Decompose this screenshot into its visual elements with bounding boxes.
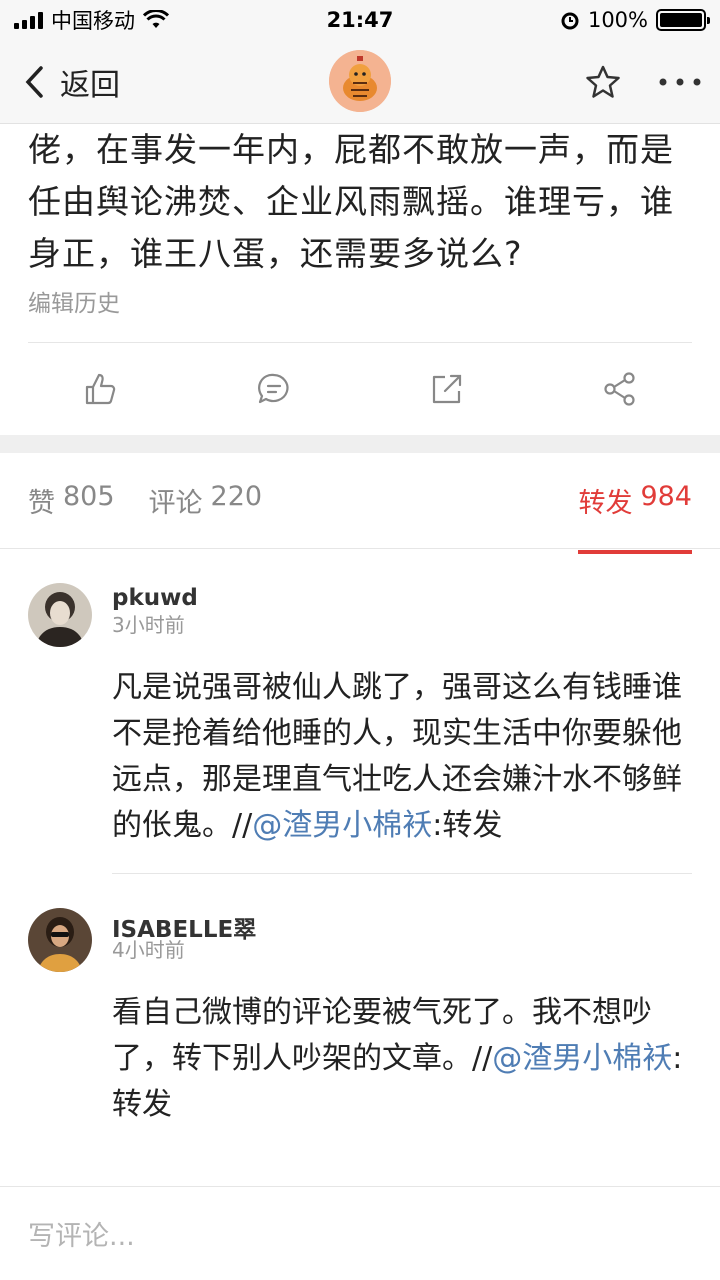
repost-button[interactable] [417, 359, 477, 419]
share-button[interactable] [590, 359, 650, 419]
back-chevron-icon [25, 65, 43, 98]
tab-comments-count: 220 [210, 481, 263, 512]
author-avatar[interactable] [329, 50, 391, 112]
like-button[interactable] [71, 359, 131, 419]
comment-input[interactable]: 写评论... [0, 1186, 720, 1280]
section-gap [0, 435, 720, 453]
tab-comments[interactable]: 评论 220 [149, 481, 263, 520]
nav-bar: 返回 [0, 40, 720, 124]
more-icon[interactable] [658, 77, 702, 87]
comment-text-suffix: :转发 [432, 808, 503, 843]
mention-link[interactable]: @渣男小棉袄 [252, 808, 432, 843]
star-icon[interactable] [584, 64, 622, 100]
avatar[interactable] [28, 583, 92, 647]
share-icon [603, 372, 635, 406]
tab-reposts-label: 转发 [578, 488, 633, 519]
comment-author[interactable]: ISABELLE翠 [112, 874, 692, 943]
stats-tabs: 赞 805 评论 220 转发 984 [0, 453, 720, 554]
comment-button[interactable] [244, 359, 304, 419]
battery-percent: 100% [587, 8, 648, 32]
battery-group: 100% [560, 8, 710, 32]
comment-author[interactable]: pkuwd [112, 549, 692, 611]
tab-likes-count: 805 [63, 481, 115, 512]
comment-time: 3小时前 [112, 613, 185, 637]
tab-likes-label: 赞 [28, 488, 55, 519]
tab-comments-label: 评论 [148, 488, 203, 519]
tab-likes[interactable]: 赞 805 [28, 481, 115, 520]
list-item: pkuwd 3小时前 凡是说强哥被仙人跳了，强哥这么有钱睡谁不是抢着给他睡的人，… [0, 549, 720, 874]
avatar[interactable] [28, 908, 92, 972]
list-item: ISABELLE翠 4小时前 看自己微博的评论要被气死了。我不想吵了，转下别人吵… [0, 874, 720, 1128]
tab-reposts[interactable]: 转发 984 [578, 481, 692, 554]
woman-portrait-avatar-icon [28, 583, 92, 647]
signal-icon [14, 11, 43, 29]
repost-icon [432, 374, 461, 404]
back-label: 返回 [60, 67, 120, 103]
post-actions [0, 343, 720, 435]
comment-text: 凡是说强哥被仙人跳了，强哥这么有钱睡谁不是抢着给他睡的人，现实生活中你要躲他远点… [112, 665, 692, 849]
nav-actions [584, 64, 702, 100]
page-content: 佬，在事发一年内，屁都不敢放一声，而是任由舆论沸焚、企业风雨飘摇。谁理亏，谁身正… [0, 124, 720, 1128]
comment-text: 看自己微博的评论要被气死了。我不想吵了，转下别人吵架的文章。//@渣男小棉袄:转… [112, 990, 692, 1128]
edit-history-link[interactable]: 编辑历史 [0, 286, 720, 322]
alarm-icon [561, 12, 579, 30]
carrier-label: 中国移动 [51, 9, 135, 33]
status-bar: 中国移动 21:47 100% [0, 0, 720, 40]
tiger-avatar-icon [329, 50, 391, 112]
tab-reposts-count: 984 [640, 481, 692, 512]
woman-sunglasses-avatar-icon [28, 908, 92, 972]
like-icon [85, 373, 115, 405]
back-button[interactable]: 返回 [24, 60, 120, 104]
wifi-icon [143, 10, 169, 28]
mention-link[interactable]: @渣男小棉袄 [492, 1041, 672, 1076]
carrier-group: 中国移动 [14, 5, 169, 35]
battery-icon [656, 9, 710, 31]
comment-icon [257, 373, 289, 404]
post-body: 佬，在事发一年内，屁都不敢放一声，而是任由舆论沸焚、企业风雨飘摇。谁理亏，谁身正… [28, 130, 674, 273]
